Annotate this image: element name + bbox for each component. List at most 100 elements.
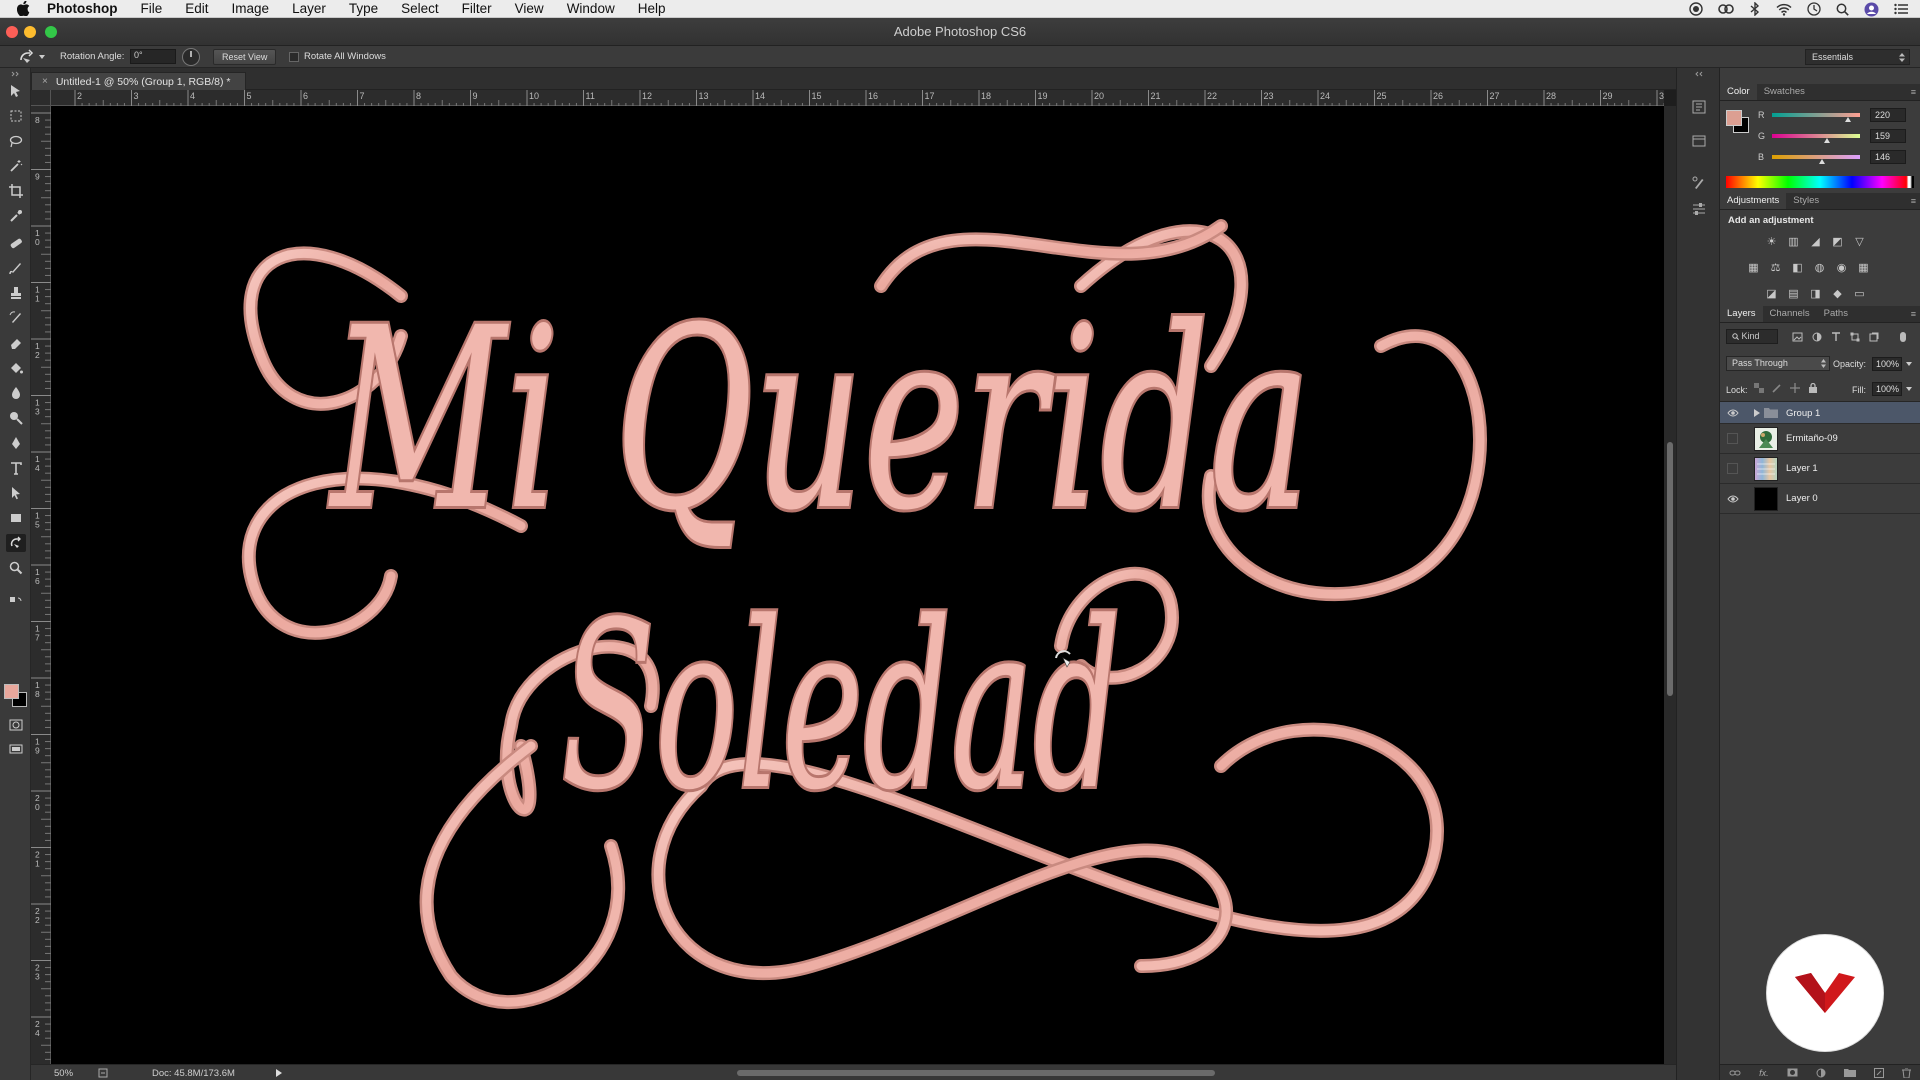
search-icon[interactable]	[1836, 3, 1849, 16]
filter-type-icon[interactable]	[1831, 331, 1841, 342]
visibility-eye-icon[interactable]	[1727, 408, 1739, 418]
window-close-button[interactable]	[6, 26, 18, 38]
menu-help[interactable]: Help	[638, 1, 666, 16]
menu-file[interactable]: File	[141, 1, 163, 16]
menu-filter[interactable]: Filter	[462, 1, 492, 16]
properties-panel-icon[interactable]	[1690, 132, 1708, 150]
dodge-tool-icon[interactable]	[6, 409, 26, 427]
layer-filter-kind[interactable]: Kind	[1726, 329, 1778, 344]
panel-menu-icon[interactable]: ≡	[1911, 309, 1916, 319]
filter-smart-object-icon[interactable]	[1869, 332, 1879, 342]
new-group-icon[interactable]	[1843, 1068, 1856, 1077]
dock-collapse-icon[interactable]	[1690, 70, 1708, 78]
shape-tool-icon[interactable]	[6, 509, 26, 527]
menu-window[interactable]: Window	[567, 1, 615, 16]
magic-wand-tool-icon[interactable]	[6, 157, 26, 175]
color-lookup-icon[interactable]: ▦	[1856, 261, 1871, 274]
tool-preset-picker[interactable]	[18, 49, 52, 65]
fill-input[interactable]: 100%	[1872, 382, 1902, 396]
tool-presets-panel-icon[interactable]	[1690, 200, 1708, 218]
pen-tool-icon[interactable]	[6, 434, 26, 452]
paint-bucket-tool-icon[interactable]	[6, 359, 26, 377]
posterize-icon[interactable]: ▤	[1786, 287, 1801, 300]
notification-center-icon[interactable]	[1894, 3, 1908, 15]
tab-paths[interactable]: Paths	[1817, 306, 1855, 322]
color-balance-icon[interactable]: ⚖	[1768, 261, 1783, 274]
menu-image[interactable]: Image	[232, 1, 270, 16]
status-menu-arrow-icon[interactable]	[276, 1069, 282, 1077]
red-channel-value[interactable]: 220	[1870, 108, 1906, 122]
red-channel-knob[interactable]	[1844, 117, 1851, 122]
green-channel-slider[interactable]: G 159	[1758, 129, 1912, 145]
opacity-input[interactable]: 100%	[1872, 357, 1902, 371]
panel-menu-icon[interactable]: ≡	[1911, 196, 1916, 206]
lock-image-icon[interactable]	[1772, 383, 1782, 393]
color-fg-swatch[interactable]	[1726, 110, 1742, 126]
crop-tool-icon[interactable]	[6, 182, 26, 200]
tab-color[interactable]: Color	[1720, 84, 1757, 100]
spot-healing-tool-icon[interactable]	[6, 234, 26, 252]
fill-dropdown-icon[interactable]	[1906, 387, 1912, 391]
ruler-origin[interactable]	[31, 90, 51, 106]
workspace-switcher[interactable]: Essentials	[1805, 49, 1910, 65]
menu-select[interactable]: Select	[401, 1, 439, 16]
levels-icon[interactable]: ▥	[1786, 235, 1801, 248]
creative-cloud-icon[interactable]	[1718, 2, 1734, 16]
brush-tool-icon[interactable]	[6, 259, 26, 277]
filter-pixel-icon[interactable]	[1792, 332, 1803, 342]
rotate-all-windows-option[interactable]: Rotate All Windows	[289, 51, 386, 62]
menu-edit[interactable]: Edit	[185, 1, 208, 16]
lock-position-icon[interactable]	[1790, 383, 1800, 393]
vertical-scroll-thumb[interactable]	[1667, 442, 1673, 696]
close-document-icon[interactable]: ×	[42, 76, 48, 87]
vibrance-icon[interactable]: ▽	[1852, 235, 1867, 248]
blue-channel-slider[interactable]: B 146	[1758, 150, 1912, 166]
time-machine-icon[interactable]	[1807, 2, 1821, 16]
document-tab[interactable]: × Untitled-1 @ 50% (Group 1, RGB/8) *	[31, 72, 246, 90]
visibility-toggle-empty[interactable]	[1727, 433, 1738, 444]
link-layers-icon[interactable]	[1729, 1069, 1741, 1077]
visibility-toggle-empty[interactable]	[1727, 463, 1738, 474]
filter-shape-icon[interactable]	[1850, 332, 1860, 342]
foreground-color-swatch[interactable]	[4, 684, 19, 699]
menu-view[interactable]: View	[515, 1, 544, 16]
tab-swatches[interactable]: Swatches	[1757, 84, 1812, 100]
rotate-all-windows-checkbox[interactable]	[289, 51, 299, 62]
layer-row-ermitano-09[interactable]: Ermitaño-09	[1720, 424, 1920, 454]
tab-channels[interactable]: Channels	[1763, 306, 1817, 322]
menu-app-name[interactable]: Photoshop	[47, 1, 118, 16]
tab-adjustments[interactable]: Adjustments	[1720, 193, 1787, 209]
type-tool-icon[interactable]	[6, 459, 26, 477]
black-white-icon[interactable]: ◧	[1790, 261, 1805, 274]
panel-menu-icon[interactable]: ≡	[1911, 87, 1916, 97]
path-selection-tool-icon[interactable]	[6, 484, 26, 502]
horizontal-scroll-thumb[interactable]	[737, 1070, 1215, 1076]
layer-row-layer-0[interactable]: Layer 0	[1720, 484, 1920, 514]
green-channel-track[interactable]	[1772, 134, 1860, 138]
bluetooth-icon[interactable]	[1749, 2, 1761, 16]
window-minimize-button[interactable]	[24, 26, 36, 38]
exposure-icon[interactable]: ◩	[1830, 235, 1845, 248]
channel-mixer-icon[interactable]: ◉	[1834, 261, 1849, 274]
zoom-tool-icon[interactable]	[6, 559, 26, 577]
brightness-icon[interactable]: ☀	[1764, 235, 1779, 248]
quick-mask-icon[interactable]	[6, 716, 26, 734]
rotate-view-tool-icon[interactable]	[6, 534, 26, 552]
blue-channel-track[interactable]	[1772, 155, 1860, 159]
new-layer-icon[interactable]	[1873, 1067, 1884, 1078]
rotation-angle-input[interactable]: 0°	[130, 49, 176, 64]
document-canvas[interactable]: Mi Querida Soledad	[51, 106, 1664, 1064]
apple-icon[interactable]	[15, 1, 31, 17]
rotation-dial[interactable]	[182, 48, 200, 66]
layer-style-icon[interactable]: fx.	[1759, 1068, 1769, 1078]
eyedropper-tool-icon[interactable]	[6, 207, 26, 225]
visibility-eye-icon[interactable]	[1727, 494, 1739, 504]
layer-mask-icon[interactable]	[1787, 1068, 1798, 1077]
lock-all-icon[interactable]	[1808, 383, 1818, 393]
hue-saturation-icon[interactable]: ▦	[1746, 261, 1761, 274]
gradient-map-icon[interactable]: ▭	[1852, 287, 1867, 300]
toolbox-collapse-icon[interactable]	[6, 70, 26, 78]
wifi-icon[interactable]	[1776, 3, 1792, 16]
blur-tool-icon[interactable]	[6, 384, 26, 402]
marquee-tool-icon[interactable]	[6, 107, 26, 125]
